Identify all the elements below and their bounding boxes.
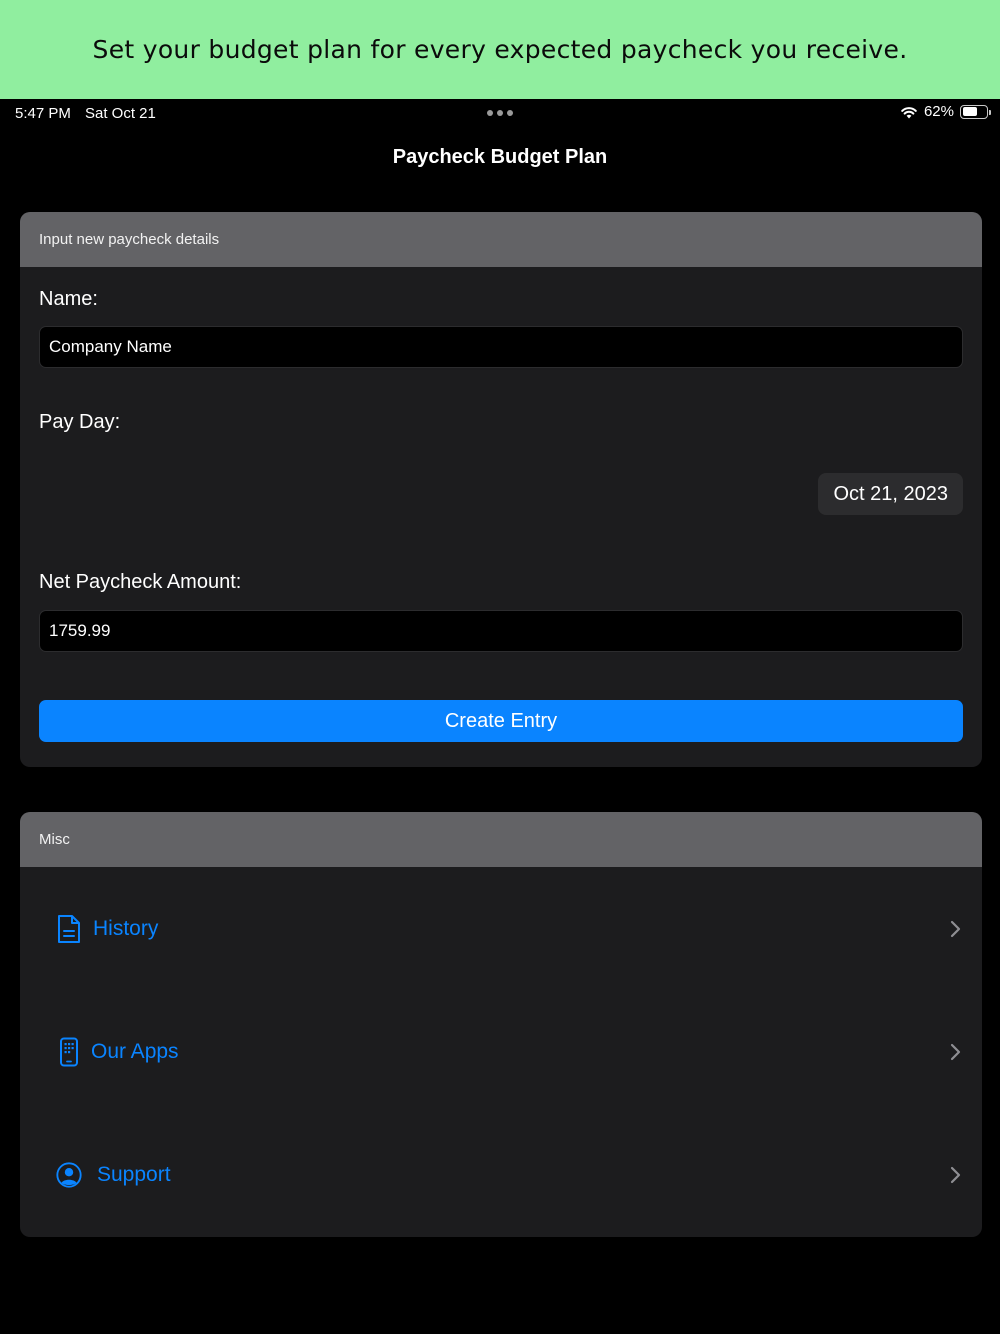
battery-percent: 62% [923,103,954,120]
misc-item-history[interactable]: History [20,867,982,990]
chevron-right-icon [950,1166,961,1183]
wifi-icon [901,106,917,118]
status-indicators: 62% [900,103,991,120]
chevron-right-icon [950,1043,961,1060]
misc-item-our-apps[interactable]: Our Apps [20,990,982,1113]
page-title: Paycheck Budget Plan [392,146,608,168]
section-header-input: Input new paycheck details [20,212,982,267]
create-entry-button[interactable]: Create Entry [39,700,963,742]
amount-input[interactable] [39,610,963,652]
misc-card: Misc History Our Apps Support [20,812,982,1237]
multitasking-dots-icon[interactable] [487,110,513,116]
section-header-misc: Misc [20,812,982,867]
misc-item-label: History [93,916,159,940]
status-date: Sat Oct 21 [85,105,156,122]
status-time: 5:47 PM [15,105,71,122]
phone-apps-icon [55,1037,83,1067]
promo-text: Set your budget plan for every expected … [92,35,908,64]
name-label: Name: [39,288,98,310]
chevron-right-icon [950,920,961,937]
document-icon [55,914,83,944]
misc-item-label: Support [97,1162,171,1186]
paycheck-input-card: Input new paycheck details Name: Pay Day… [20,212,982,767]
person-circle-icon [55,1160,83,1190]
promo-banner: Set your budget plan for every expected … [0,0,1000,99]
payday-label: Pay Day: [39,411,121,433]
payday-date-picker[interactable]: Oct 21, 2023 [818,473,963,515]
battery-icon [960,104,991,119]
name-input[interactable] [39,326,963,368]
amount-label: Net Paycheck Amount: [39,571,242,593]
misc-item-support[interactable]: Support [20,1113,982,1236]
status-bar: 5:47 PM Sat Oct 21 62% [0,99,1000,127]
misc-item-label: Our Apps [91,1039,179,1063]
